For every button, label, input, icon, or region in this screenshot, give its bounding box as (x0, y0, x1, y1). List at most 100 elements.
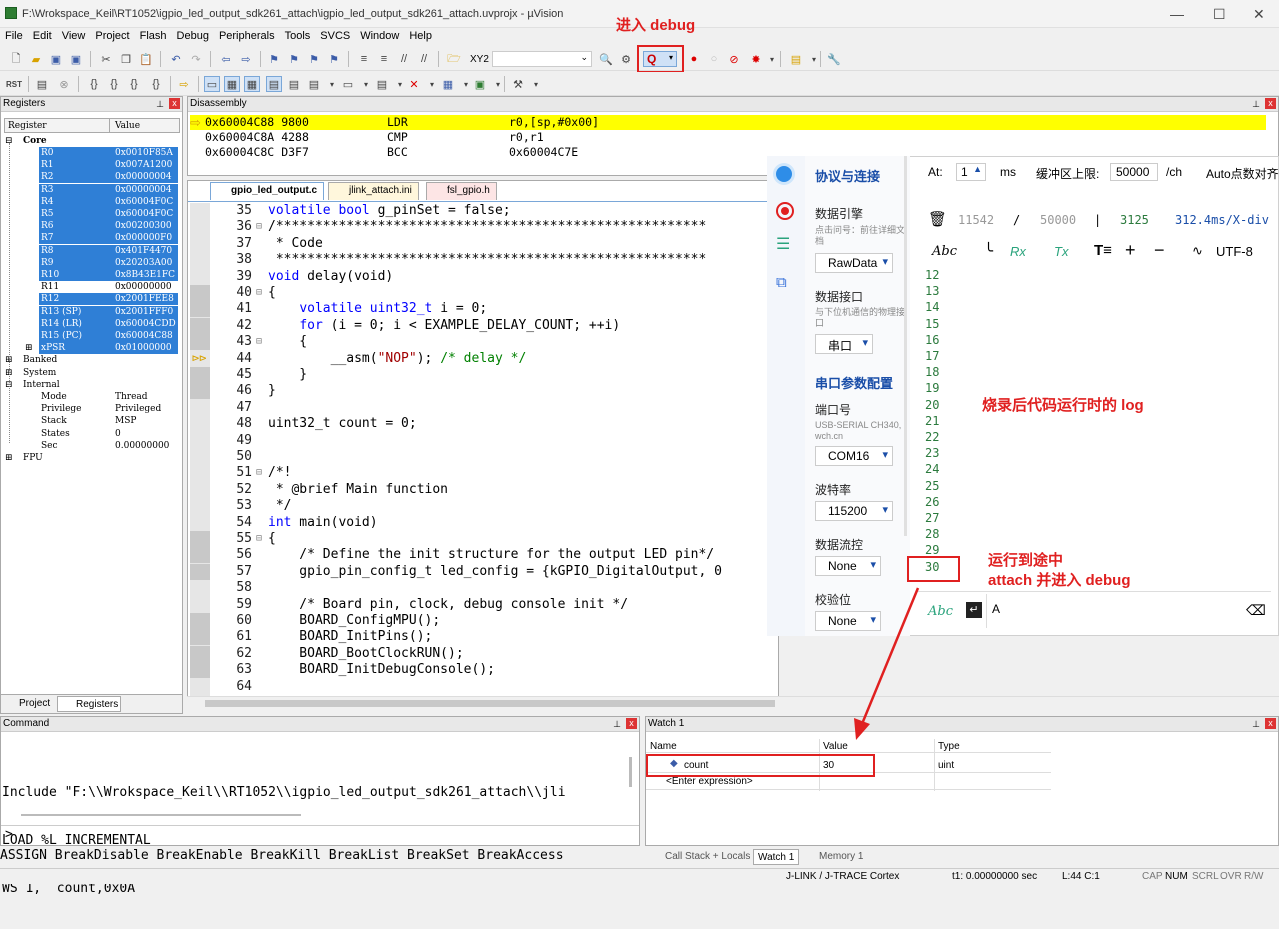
flow-select[interactable]: None (815, 556, 881, 576)
uncomment-icon[interactable]: // (416, 51, 432, 67)
symbols-window-icon[interactable]: ▦ (244, 76, 260, 92)
code-line[interactable]: 45 } (188, 367, 780, 383)
menu-view[interactable]: View (57, 28, 91, 44)
close-icon[interactable]: ✕ (1253, 6, 1265, 23)
copy-windows-icon[interactable]: ⧉ (776, 274, 794, 292)
register-row[interactable]: R8 0x401F4470 (1, 244, 182, 257)
port-select[interactable]: COM16 (815, 446, 893, 466)
register-row[interactable]: R1 0x007A1200 (1, 159, 182, 172)
registers-window-icon[interactable]: ▤ (266, 76, 282, 92)
connection-icon[interactable] (776, 166, 792, 182)
menu-tools[interactable]: Tools (280, 28, 316, 44)
find-icon[interactable]: 🔍 (598, 51, 614, 67)
send-input[interactable]: A (986, 594, 1236, 628)
command-hscroll[interactable] (21, 814, 301, 816)
code-line[interactable]: 56 /* Define the init structure for the … (188, 547, 780, 564)
code-line[interactable]: 40 ⊟{ (188, 285, 780, 301)
serial-window-icon[interactable]: ▤ (374, 76, 390, 92)
register-row[interactable]: R5 0x60004F0C (1, 208, 182, 220)
buffer-input[interactable]: 50000 (1110, 163, 1158, 181)
incremental-find-icon[interactable]: ⚙ (618, 51, 634, 67)
zoom-out-button[interactable]: − (1154, 240, 1165, 261)
code-line[interactable]: 43 ⊟ { (188, 334, 780, 351)
menu-project[interactable]: Project (90, 28, 134, 44)
register-row[interactable]: R11 0x00000000 (1, 281, 182, 293)
register-row[interactable]: R7 0x000000F0 (1, 232, 182, 245)
code-line[interactable]: 64 (188, 679, 780, 695)
register-group[interactable]: ⊞ Banked (1, 354, 182, 366)
close-icon[interactable]: x (1265, 718, 1276, 729)
pin-icon[interactable]: ⊥ (1252, 97, 1260, 111)
cut-icon[interactable]: ✂ (98, 51, 114, 67)
tx-toggle[interactable]: Tx (1054, 244, 1068, 259)
interface-select[interactable]: 串口 (815, 334, 873, 354)
register-row[interactable]: R6 0x00200300 (1, 220, 182, 233)
menu-svcs[interactable]: SVCS (315, 28, 355, 44)
undo-icon[interactable]: ↶ (168, 51, 184, 67)
register-row[interactable]: R3 0x00000004 (1, 183, 182, 196)
menu-lines-icon[interactable]: ☰ (776, 237, 794, 253)
disassembly-line[interactable]: 0x60004C88 9800 LDR r0,[sp,#0x00] (205, 115, 599, 129)
code-line[interactable]: 36 ⊟/************************************… (188, 219, 780, 235)
bookmark-clear-icon[interactable]: ⚑ (326, 51, 342, 67)
bookmark-icon[interactable]: ⚑ (266, 51, 282, 67)
code-line[interactable]: 63 BOARD_InitDebugConsole(); (188, 662, 780, 679)
menu-window[interactable]: Window (355, 28, 404, 44)
save-icon[interactable]: ▣ (48, 51, 64, 67)
minimize-icon[interactable]: — (1170, 6, 1184, 22)
open-folder-icon[interactable]: ▰ (28, 51, 44, 67)
command-input[interactable] (17, 827, 617, 842)
tab-fsl-gpio[interactable]: fsl_gpio.h (426, 182, 497, 200)
code-line[interactable]: 62 BOARD_BootClockRUN(); (188, 645, 780, 662)
register-row[interactable]: R15 (PC) 0x60004C88 (1, 330, 182, 342)
cursor-icon[interactable]: ╰ (984, 242, 993, 260)
register-group[interactable]: ⊞ System (1, 367, 182, 379)
encoding-select[interactable]: UTF-8 (1216, 244, 1253, 259)
code-line[interactable]: 35 volatile bool g_pinSet = false; (188, 203, 780, 219)
disassembly-line[interactable]: 0x60004C8A 4288 CMP r0,r1 (205, 130, 544, 144)
disassembly-window-icon[interactable]: ▦ (224, 76, 240, 92)
close-icon[interactable]: x (1265, 98, 1276, 109)
trash-icon[interactable]: 🗑 (928, 210, 947, 228)
rx-toggle[interactable]: Rx (1010, 244, 1026, 259)
trace-window-icon[interactable]: ▦ (440, 76, 456, 92)
eraser-icon[interactable]: ⌫ (1246, 602, 1266, 619)
editor-vscroll[interactable] (1266, 640, 1278, 700)
menu-debug[interactable]: Debug (172, 28, 214, 44)
close-icon[interactable]: x (169, 98, 180, 109)
configure-icon[interactable]: 🔧 (826, 51, 842, 67)
memory-window-icon[interactable]: ▭ (340, 76, 356, 92)
new-file-icon[interactable]: 🗋 (8, 51, 24, 67)
unindent-icon[interactable]: ≡ (376, 51, 392, 67)
insert-breakpoint-icon[interactable]: ● (686, 51, 702, 67)
at-input[interactable]: 1 ▲ (956, 163, 986, 181)
menu-peripherals[interactable]: Peripherals (214, 28, 280, 44)
register-row[interactable]: R14 (LR) 0x60004CDD (1, 317, 182, 330)
run-to-cursor-icon[interactable]: {} (148, 76, 164, 92)
enable-breakpoint-icon[interactable]: ○ (706, 51, 722, 67)
tab-gpio-led-output[interactable]: gpio_led_output.c (210, 182, 325, 200)
menu-edit[interactable]: Edit (28, 28, 57, 44)
window-layout-icon[interactable]: ▤ (788, 51, 804, 67)
send-abc-toggle[interactable]: Abc (928, 604, 953, 619)
analysis-window-icon[interactable]: ✕ (406, 76, 422, 92)
register-row[interactable]: R2 0x00000004 (1, 171, 182, 184)
register-row[interactable]: R10 0x8B43E1FC (1, 269, 182, 281)
nav-forward-icon[interactable]: ⇨ (238, 51, 254, 67)
tab-jlink-attach[interactable]: jlink_attach.ini (328, 182, 419, 200)
record-icon[interactable] (776, 202, 794, 220)
reset-icon[interactable]: RST (6, 76, 22, 92)
enter-expression[interactable]: <Enter expression> (666, 776, 753, 787)
chevron-down-icon[interactable]: ▾ (324, 76, 340, 92)
paste-icon[interactable]: 📋 (138, 51, 154, 67)
command-window-icon[interactable]: ▭ (204, 76, 220, 92)
copy-icon[interactable]: ❐ (118, 51, 134, 67)
command-scrollbar[interactable] (629, 757, 632, 787)
toolbox-icon[interactable]: ⚒ (510, 76, 526, 92)
maximize-icon[interactable]: ☐ (1213, 6, 1226, 23)
code-line[interactable]: 59 /* Board pin, clock, debug console in… (188, 597, 780, 613)
tab-project[interactable]: Project (3, 696, 55, 712)
code-line[interactable]: 55 ⊟{ (188, 531, 780, 547)
menu-file[interactable]: File (0, 28, 28, 44)
register-row[interactable]: R13 (SP) 0x2001FFF0 (1, 305, 182, 318)
